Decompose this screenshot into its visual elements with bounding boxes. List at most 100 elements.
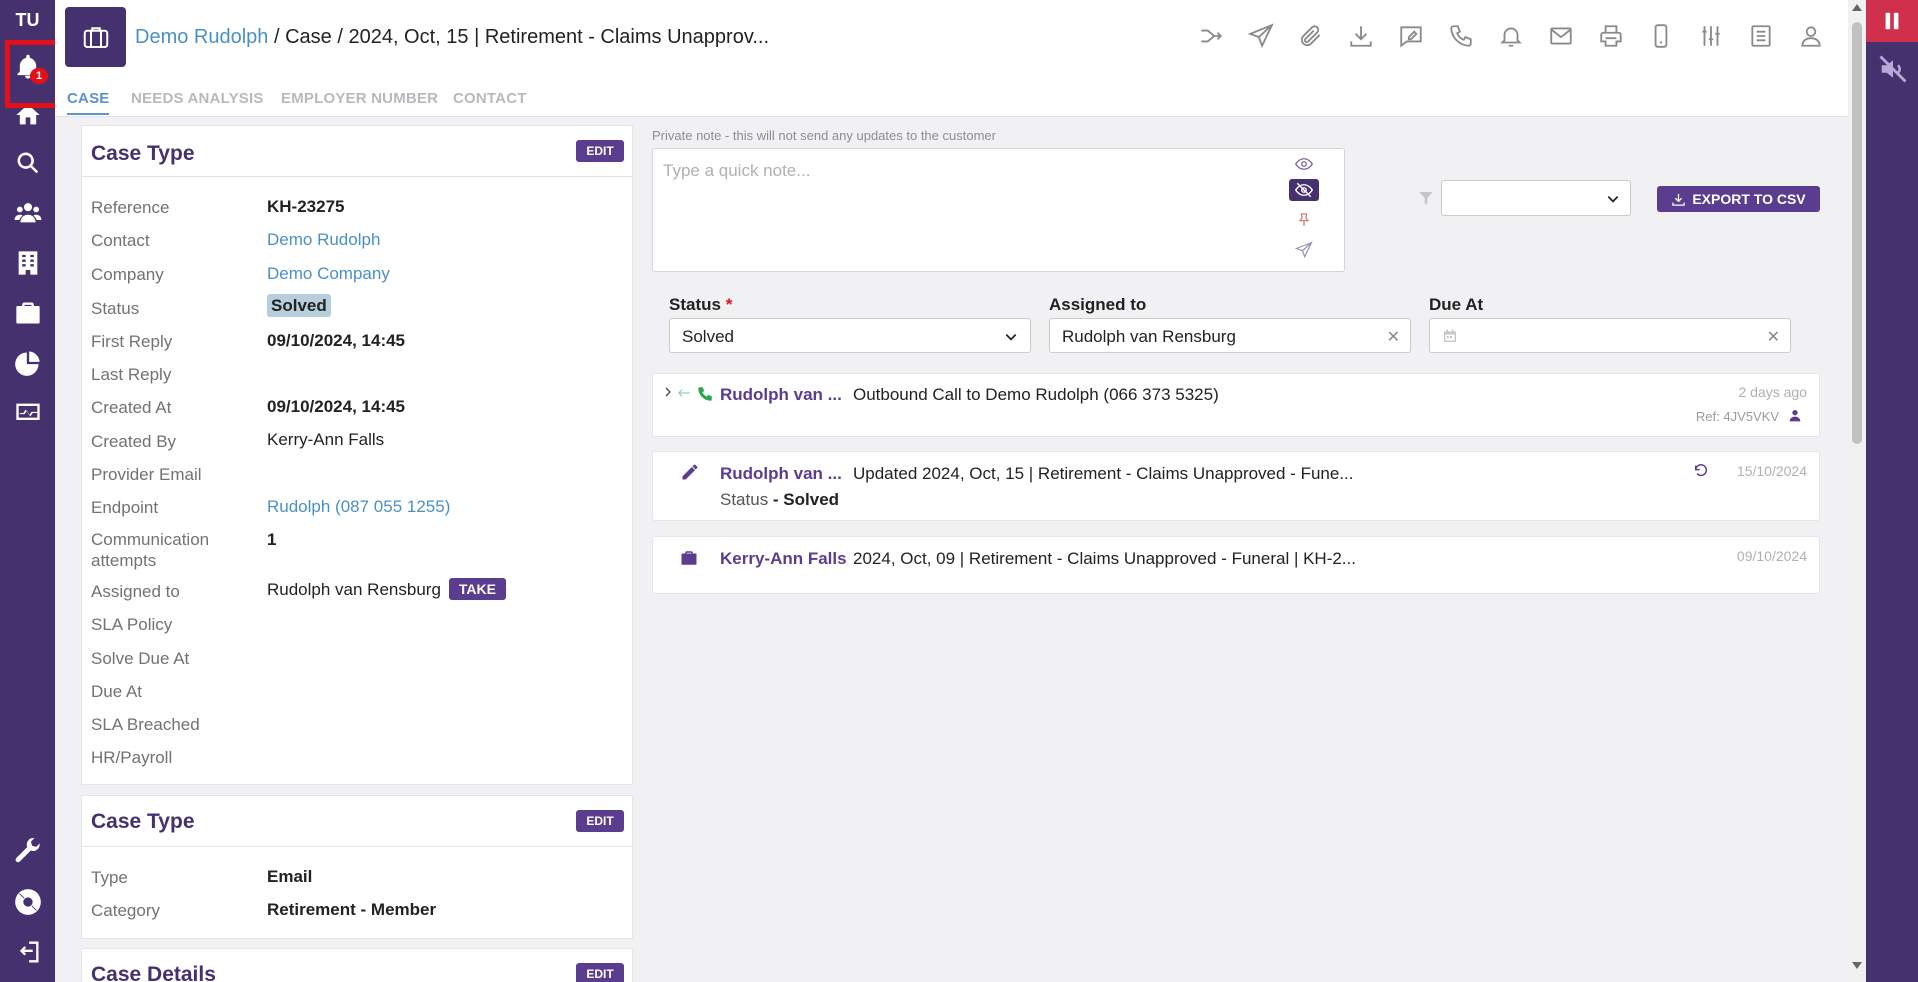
users-icon[interactable] [13,198,43,228]
timeline-author[interactable]: Rudolph van ... [720,464,842,484]
tab-case[interactable]: CASE [67,90,110,115]
field-label-communication: Communication [91,530,210,549]
tab-contact[interactable]: CONTACT [453,90,527,107]
field-label-due-at: Due At [91,682,143,701]
timeline-author[interactable]: Kerry-Ann Falls [720,549,847,569]
chevron-down-icon [1607,196,1619,203]
field-label-attempts: attempts [91,551,157,570]
timeline-author[interactable]: Rudolph van ... [720,385,842,405]
briefcase-icon [681,551,697,565]
printer-icon[interactable] [1595,20,1626,52]
field-value-communication-attempts: 1 [267,530,277,549]
scroll-down-arrow[interactable] [1852,962,1862,969]
timeline-ref: Ref: 4JV5VKV [1695,409,1779,424]
export-csv-button[interactable]: EXPORT TO CSV [1657,186,1820,212]
take-button[interactable]: TAKE [448,578,506,600]
field-label-sla-breached: SLA Breached [91,715,200,734]
status-select[interactable]: Solved [669,318,1031,353]
mobile-icon[interactable] [1645,20,1676,52]
tab-needs-analysis[interactable]: NEEDS ANALYSIS [131,90,264,107]
timeline-item[interactable]: Rudolph van ... Outbound Call to Demo Ru… [652,373,1820,437]
scroll-up-arrow[interactable] [1852,4,1862,11]
field-label-type: Type [91,868,128,887]
scrollbar[interactable] [1848,0,1866,982]
field-label-reference: Reference [91,198,170,217]
pause-icon [1885,12,1899,30]
user-assign-icon[interactable] [1787,408,1807,424]
field-value-category: Retirement - Member [267,900,437,919]
briefcase-icon[interactable] [13,298,43,328]
field-label-solve-due-at: Solve Due At [91,649,190,668]
contact-link[interactable]: Demo Rudolph [267,230,380,250]
chevron-right-icon[interactable] [662,385,674,399]
eye-off-icon[interactable] [1289,179,1319,201]
tab-employer-number[interactable]: EMPLOYER NUMBER [281,90,438,107]
chevron-down-icon [1005,334,1017,341]
user-icon[interactable] [1795,20,1826,52]
field-label-created-at: Created At [91,398,172,417]
assigned-to-label: Assigned to [1049,295,1147,314]
company-link[interactable]: Demo Company [267,264,390,284]
support-icon[interactable] [13,887,43,917]
field-value-assigned-to: Rudolph van Rensburg TAKE [267,578,506,600]
phone-icon[interactable] [1445,20,1476,52]
timeline-date: 15/10/2024 [1736,463,1807,479]
pause-button[interactable] [1866,0,1918,42]
bell-outline-icon[interactable] [1495,20,1526,52]
field-label-contact: Contact [91,231,150,250]
search-icon[interactable] [13,148,43,178]
card-title: Case Details [91,963,216,982]
export-csv-label: EXPORT TO CSV [1692,191,1806,207]
logout-icon[interactable] [13,937,43,967]
paperclip-icon[interactable] [1295,20,1326,52]
assigned-to-input[interactable]: Rudolph van Rensburg ✕ [1049,318,1411,353]
merge-icon[interactable] [1195,20,1226,52]
field-label-last-reply: Last Reply [91,365,172,384]
pie-chart-icon[interactable] [13,348,43,378]
field-label-status: Status [91,299,140,318]
eye-icon[interactable] [1289,153,1319,175]
due-at-label: Due At [1429,295,1484,314]
send-note-icon[interactable] [1289,239,1319,261]
field-label-first-reply: First Reply [91,332,173,351]
breadcrumb-path: / Case / 2024, Oct, 15 | Retirement - Cl… [268,26,769,48]
timeline-item[interactable]: Kerry-Ann Falls 2024, Oct, 09 | Retireme… [652,536,1820,594]
due-at-input[interactable]: ✕ [1429,318,1791,353]
breadcrumb-contact-link[interactable]: Demo Rudolph [135,26,268,48]
filter-icon[interactable] [1418,190,1434,206]
quick-note-textarea[interactable]: Type a quick note... [652,148,1345,272]
clear-icon[interactable]: ✕ [1767,327,1780,347]
building-icon[interactable] [13,248,43,278]
download-icon[interactable] [1345,20,1376,52]
message-edit-icon[interactable] [1395,20,1426,52]
timeline-item[interactable]: Rudolph van ... Updated 2024, Oct, 15 | … [652,451,1820,521]
notification-badge: 1 [30,68,48,84]
field-label-hr-payroll: HR/Payroll [91,748,173,767]
edit-button[interactable]: EDIT [576,963,624,982]
left-sidebar: TU 1 [0,0,65,982]
field-label-sla-policy: SLA Policy [91,615,173,634]
user-initials[interactable]: TU [0,10,55,31]
arrow-left-icon [677,389,690,397]
edit-button[interactable]: EDIT [576,810,624,832]
monitor-icon[interactable] [13,398,43,428]
endpoint-link[interactable]: Rudolph (087 055 1255) [267,497,450,517]
list-icon[interactable] [1745,20,1776,52]
wrench-icon[interactable] [13,836,43,866]
scroll-thumb[interactable] [1852,22,1862,444]
field-value-created-at: 09/10/2024, 14:45 [267,397,406,416]
pin-icon[interactable] [1289,209,1319,231]
send-icon[interactable] [1245,20,1276,52]
edit-button[interactable]: EDIT [576,140,624,162]
filter-select[interactable] [1441,180,1631,216]
clear-icon[interactable]: ✕ [1387,327,1400,347]
timeline-date: 2 days ago [1738,384,1808,400]
status-value: Solved [682,327,734,346]
case-details-card: Case Details EDIT [81,948,633,982]
sliders-icon[interactable] [1695,20,1726,52]
mail-icon[interactable] [1545,20,1576,52]
field-label-endpoint: Endpoint [91,498,159,517]
field-label-provider-email: Provider Email [91,465,202,484]
undo-icon[interactable] [1693,463,1709,479]
volume-mute-icon[interactable] [1878,54,1908,84]
